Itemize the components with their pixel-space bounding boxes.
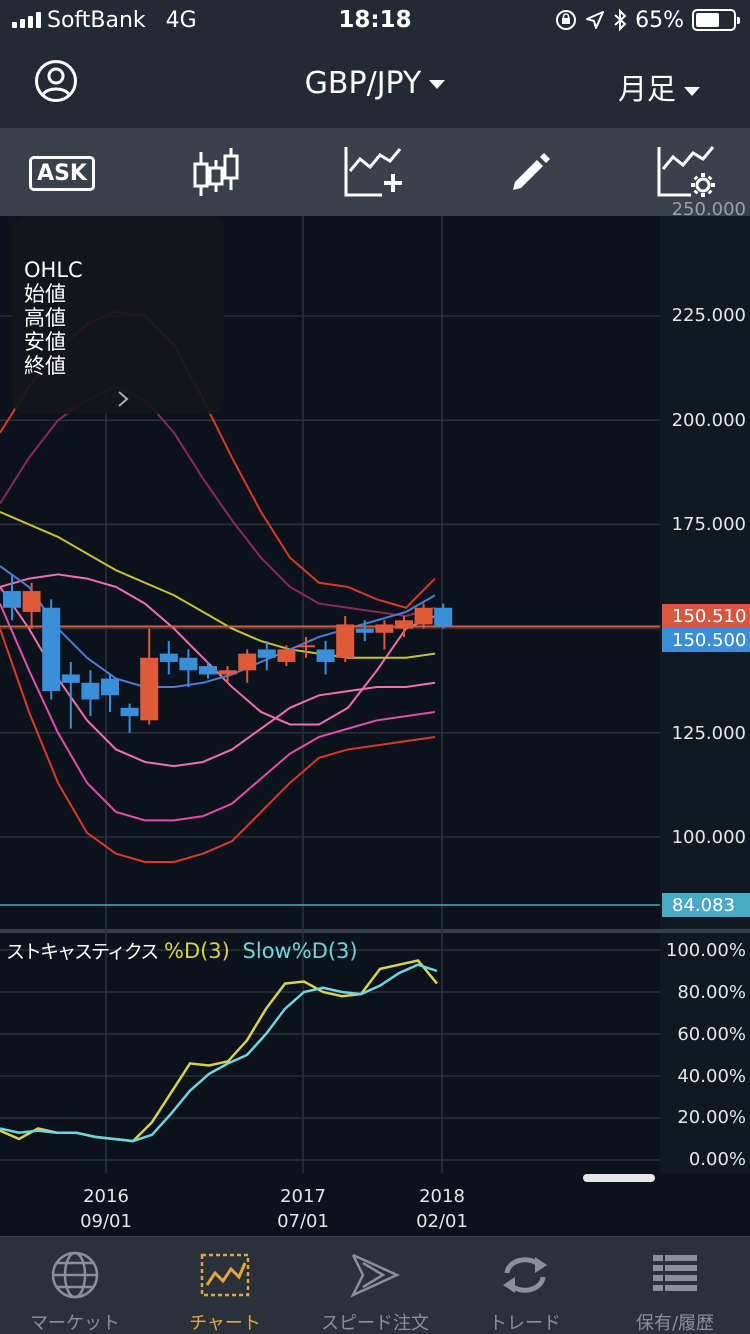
candle-body xyxy=(42,607,61,692)
pencil-icon xyxy=(513,153,550,190)
series-slow-label: Slow%D(3) xyxy=(242,939,358,963)
candle-body xyxy=(375,624,394,633)
chart-icon xyxy=(200,1253,250,1297)
stoch-axis-label: 60.00% xyxy=(677,1024,746,1045)
indicator-settings-button[interactable] xyxy=(654,144,718,202)
x-axis-tick: 2016 09/01 xyxy=(66,1184,146,1234)
chart-toolbar: ASK xyxy=(0,128,750,216)
stochastics-legend: ストキャスティクス %D(3) Slow%D(3) xyxy=(6,937,358,964)
period-label: 月足 xyxy=(617,72,676,106)
ohlc-panel[interactable]: OHLC 始値 高値 安値 終値 xyxy=(12,216,224,414)
price-axis-label: 200.000 xyxy=(671,410,746,431)
x-axis-tick: 2017 07/01 xyxy=(263,1184,343,1234)
period-selector[interactable]: 月足 xyxy=(618,66,700,108)
nav-bar: GBP/JPY 月足 xyxy=(0,40,750,128)
tab-history[interactable]: 保有/履歴 xyxy=(600,1237,750,1334)
currency-pair-label: GBP/JPY xyxy=(304,66,422,101)
candle-body xyxy=(3,591,21,608)
tab-label: スピード注文 xyxy=(321,1313,429,1334)
price-axis-label: 225.000 xyxy=(671,305,746,326)
x-tick-date: 07/01 xyxy=(277,1211,329,1232)
scroll-handle[interactable] xyxy=(583,1174,655,1182)
candle-body xyxy=(238,653,257,671)
stoch-axis-label: 0.00% xyxy=(688,1149,746,1170)
tab-label: 保有/履歴 xyxy=(635,1313,715,1334)
chevron-down-icon xyxy=(429,80,446,89)
history-icon xyxy=(653,1255,697,1291)
ohlc-header: OHLC xyxy=(24,258,83,282)
tab-chart[interactable]: チャート xyxy=(150,1237,300,1334)
tab-market[interactable]: マーケット xyxy=(0,1237,150,1334)
candle-body xyxy=(316,649,335,662)
chevron-down-icon xyxy=(684,86,700,96)
candle-body xyxy=(414,607,433,625)
ohlc-open-label: 始値 xyxy=(24,282,66,306)
x-tick-year: 2016 xyxy=(83,1186,129,1207)
stoch-axis-label: 80.00% xyxy=(677,982,746,1003)
candle-body xyxy=(297,645,315,648)
candle-body xyxy=(179,657,198,671)
low-line-tag: 84.083 xyxy=(662,893,750,917)
price-axis-label: 175.000 xyxy=(671,514,746,535)
status-bar: SoftBank 4G 18:18 65% xyxy=(0,0,750,40)
add-indicator-icon xyxy=(344,147,402,197)
stoch-axis-label: 20.00% xyxy=(677,1107,746,1128)
price-axis-label: 125.000 xyxy=(671,723,746,744)
x-tick-year: 2018 xyxy=(419,1186,465,1207)
orientation-lock-icon xyxy=(556,10,577,30)
candle-body xyxy=(81,682,100,700)
candle-body xyxy=(120,707,139,717)
tab-trade[interactable]: トレード xyxy=(450,1237,600,1334)
trade-icon xyxy=(503,1257,547,1293)
x-tick-year: 2017 xyxy=(280,1186,326,1207)
ask-icon: ASK xyxy=(29,155,95,191)
candlestick-button[interactable] xyxy=(184,144,248,202)
candle-body xyxy=(140,657,159,721)
ohlc-close-label: 終値 xyxy=(24,354,66,378)
candle-body xyxy=(434,607,453,627)
ask-button[interactable]: ASK xyxy=(29,144,95,202)
chevron-right-icon[interactable] xyxy=(116,390,130,408)
bid-price-tag: 150.510 xyxy=(662,604,750,628)
stoch-axis-label: 100.00% xyxy=(665,940,746,961)
candle-body xyxy=(355,628,374,633)
ohlc-low-label: 安値 xyxy=(24,330,66,354)
x-axis-tick: 2018 02/01 xyxy=(402,1184,482,1234)
candlestick-icon xyxy=(193,148,239,196)
add-indicator-button[interactable] xyxy=(341,144,405,202)
battery-percent: 65% xyxy=(635,7,684,33)
tab-speed-order[interactable]: スピード注文 xyxy=(300,1237,450,1334)
speed-order-icon xyxy=(350,1253,401,1298)
candle-body xyxy=(61,674,80,683)
series-d-label: %D(3) xyxy=(163,939,230,963)
globe-icon xyxy=(51,1251,99,1299)
candle-body xyxy=(336,624,355,658)
candle-body xyxy=(22,591,41,612)
candle-body xyxy=(199,666,217,675)
tab-bar: マーケット チャート スピード注文 トレード 保有/履歴 xyxy=(0,1236,750,1334)
candle-body xyxy=(159,653,178,662)
candle-body xyxy=(101,678,119,696)
price-axis-label: 250.000 xyxy=(671,199,746,220)
battery-icon xyxy=(692,9,740,31)
x-tick-date: 02/01 xyxy=(416,1211,468,1232)
location-icon xyxy=(586,11,605,29)
candle-body xyxy=(257,649,276,658)
tab-label: チャート xyxy=(189,1313,261,1334)
drawing-button[interactable] xyxy=(498,144,562,202)
indicator-settings-icon xyxy=(657,146,715,197)
tab-label: マーケット xyxy=(30,1313,120,1334)
price-axis-label: 100.000 xyxy=(671,827,746,848)
candle-body xyxy=(395,620,413,629)
ask-price-tag: 150.500 xyxy=(662,628,750,652)
bluetooth-icon xyxy=(614,9,627,31)
stochastics-title: ストキャスティクス xyxy=(6,941,159,963)
candle-body xyxy=(218,670,237,675)
stoch-axis-label: 40.00% xyxy=(677,1066,746,1087)
ohlc-high-label: 高値 xyxy=(24,306,66,330)
x-tick-date: 09/01 xyxy=(80,1211,132,1232)
candle-body xyxy=(277,649,296,662)
tab-label: トレード xyxy=(489,1313,561,1334)
